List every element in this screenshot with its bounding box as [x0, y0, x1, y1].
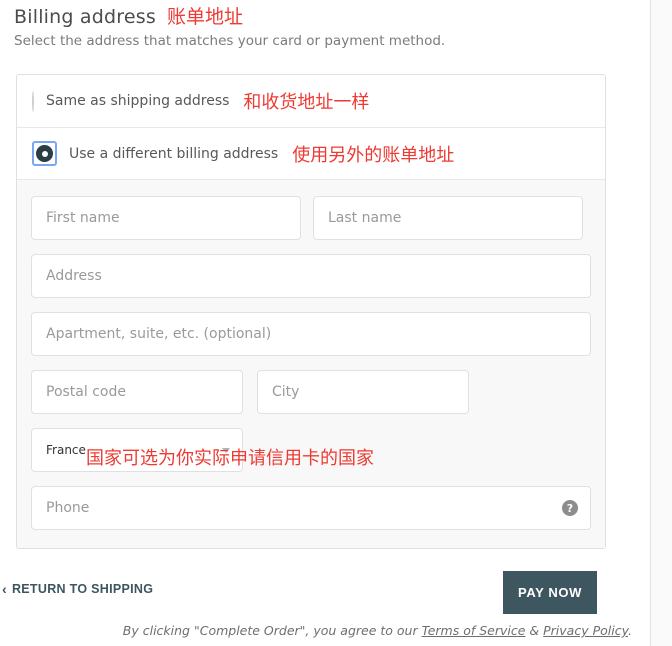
first-name-placeholder: First name [46, 210, 120, 226]
billing-option-label-different-address: Use a different billing address [69, 145, 279, 162]
phone-field-row: Phone ? [31, 486, 591, 530]
apartment-placeholder: Apartment, suite, etc. (optional) [46, 326, 272, 342]
apartment-input[interactable]: Apartment, suite, etc. (optional) [31, 312, 591, 356]
page-title-annotation: 账单地址 [166, 6, 243, 28]
billing-option-label-same-as-shipping: Same as shipping address [46, 93, 230, 109]
terms-of-service-link[interactable]: Terms of Service [422, 623, 526, 638]
radio-box-different-address [32, 141, 57, 166]
checkout-billing-page: Billing address 账单地址 Select the address … [0, 0, 650, 646]
last-name-input[interactable]: Last name [313, 196, 583, 240]
billing-address-panel: Same as shipping address 和收货地址一样 Use a d… [16, 74, 606, 549]
help-icon[interactable]: ? [562, 500, 578, 516]
legal-separator: & [525, 623, 544, 638]
heading-row: Billing address 账单地址 [14, 2, 243, 32]
radio-icon-unselected[interactable] [32, 90, 34, 112]
legal-prefix: By clicking "Complete Order", you agree … [122, 623, 422, 638]
postal-code-input[interactable]: Postal code [31, 370, 243, 414]
postal-code-placeholder: Postal code [46, 384, 126, 400]
country-annotation: 国家可选为你实际申请信用卡的国家 [86, 448, 374, 469]
billing-option-different-address[interactable]: Use a different billing address 使用另外的账单地… [17, 127, 605, 179]
radio-icon-selected[interactable] [36, 145, 53, 162]
pay-now-button[interactable]: PAY NOW [503, 571, 597, 614]
city-placeholder: City [272, 384, 300, 400]
last-name-placeholder: Last name [328, 210, 402, 226]
page-right-edge [650, 0, 672, 646]
chevron-left-icon: ‹ [2, 581, 7, 597]
first-name-input[interactable]: First name [31, 196, 301, 240]
return-to-shipping-link[interactable]: ‹ RETURN TO SHIPPING [2, 582, 153, 596]
privacy-policy-link[interactable]: Privacy Policy [543, 623, 628, 638]
billing-option-annotation-different-address: 使用另外的账单地址 [292, 144, 455, 166]
pay-now-label: PAY NOW [518, 585, 582, 600]
page-title: Billing address [14, 6, 156, 28]
apartment-field-row: Apartment, suite, etc. (optional) [31, 312, 591, 356]
phone-input[interactable]: Phone ? [31, 486, 591, 530]
address-placeholder: Address [46, 268, 102, 284]
phone-placeholder: Phone [46, 500, 90, 516]
legal-disclaimer: By clicking "Complete Order", you agree … [0, 623, 632, 638]
radio-box-same-as-shipping [32, 90, 34, 112]
postal-city-field-row: Postal code City [31, 370, 591, 414]
page-subtitle: Select the address that matches your car… [14, 33, 446, 49]
billing-option-same-as-shipping[interactable]: Same as shipping address 和收货地址一样 [17, 75, 605, 127]
city-input[interactable]: City [257, 370, 469, 414]
country-selected-value: France [46, 443, 86, 457]
name-field-row: First name Last name [31, 196, 591, 240]
billing-address-form: First name Last name Address Apartment, … [17, 179, 605, 548]
address-field-row: Address [31, 254, 591, 298]
billing-option-annotation-same-as-shipping: 和收货地址一样 [243, 92, 370, 113]
legal-suffix: . [628, 623, 632, 638]
return-to-shipping-label: RETURN TO SHIPPING [11, 582, 154, 596]
address-input[interactable]: Address [31, 254, 591, 298]
